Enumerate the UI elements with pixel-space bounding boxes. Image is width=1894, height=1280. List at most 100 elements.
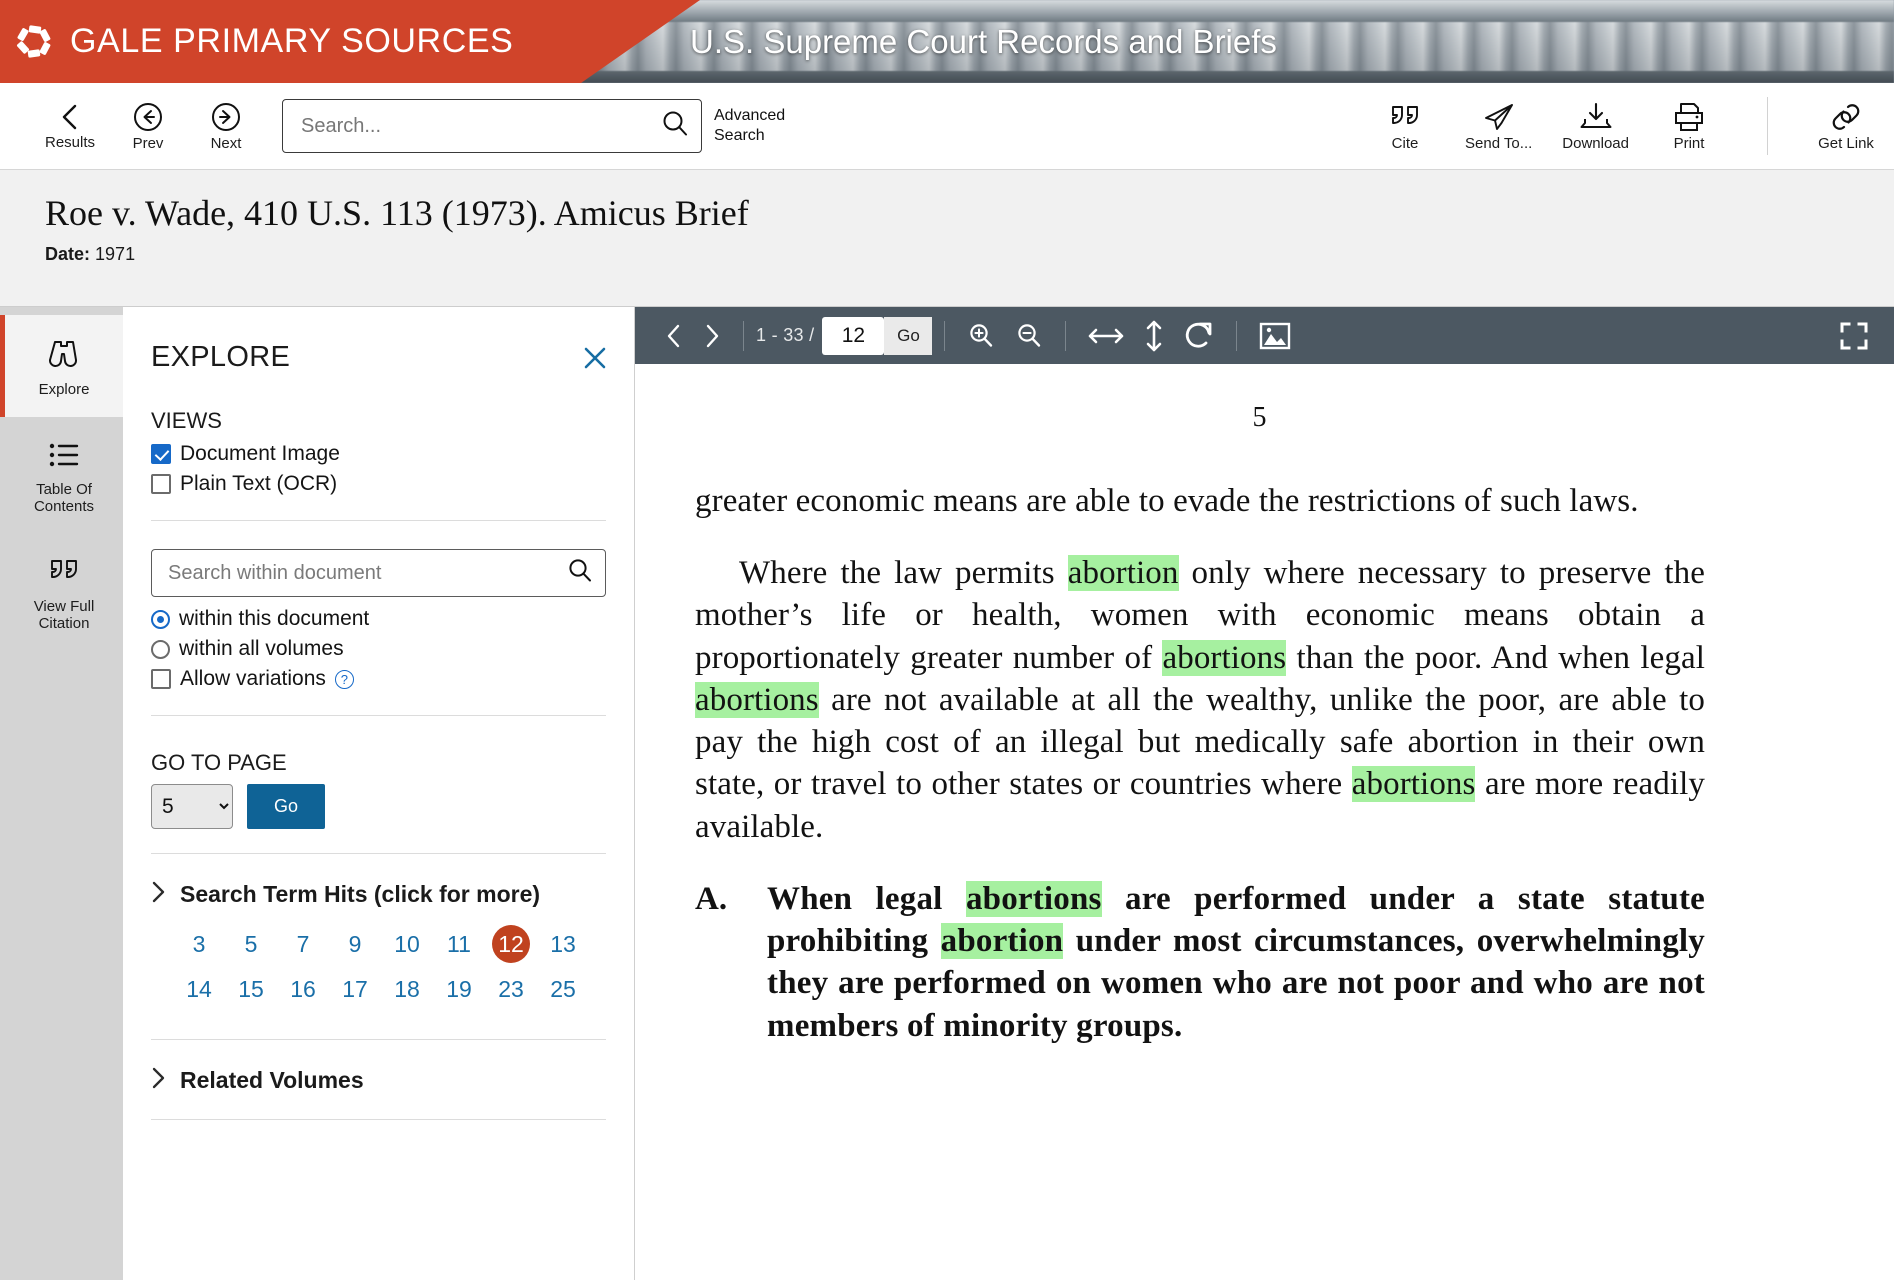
view-option-document-image[interactable]: Document Image — [151, 442, 606, 466]
search-term-hit-page-11[interactable]: 11 — [433, 925, 485, 964]
download-button[interactable]: Download — [1562, 101, 1629, 152]
panel-divider-3 — [151, 853, 606, 854]
sidebar-item-explore[interactable]: Explore — [0, 315, 123, 417]
scan-paragraph: Where the law permits abortion only wher… — [695, 552, 1705, 848]
search-term-hit-page-12[interactable]: 12 — [492, 925, 530, 963]
page-select[interactable]: 12345678910 — [151, 784, 233, 829]
scan-text-run: Where the law permits — [739, 555, 1068, 592]
zoom-out-icon[interactable] — [1005, 321, 1053, 351]
search-term-hit-page-25[interactable]: 25 — [537, 970, 589, 1009]
search-term-hit-page-9[interactable]: 9 — [329, 925, 381, 964]
fullscreen-icon[interactable] — [1830, 321, 1878, 351]
search-term-hit-page-14[interactable]: 14 — [173, 970, 225, 1009]
zoom-in-icon[interactable] — [957, 321, 1005, 351]
send-to-button[interactable]: Send To... — [1465, 101, 1532, 152]
gale-burst-logo-icon — [14, 21, 56, 63]
prev-button[interactable]: Prev — [118, 101, 178, 152]
search-highlight: abortions — [695, 681, 819, 718]
search-term-hits-toggle[interactable]: Search Term Hits (click for more) — [151, 880, 606, 909]
go-to-page-button[interactable]: Go — [247, 784, 325, 829]
viewer-next-page-button[interactable] — [693, 323, 731, 349]
search-term-hit-page-17[interactable]: 17 — [329, 970, 381, 1009]
results-label: Results — [44, 133, 96, 151]
advanced-search-link[interactable]: Advanced Search — [714, 106, 804, 146]
related-volumes-label: Related Volumes — [180, 1067, 364, 1093]
circle-arrow-left-icon — [132, 101, 164, 133]
brand-block[interactable]: GALE PRIMARY SOURCES — [0, 0, 700, 83]
cite-button[interactable]: Cite — [1375, 101, 1435, 152]
panel-divider-5 — [151, 1119, 606, 1120]
search-term-hit-page-7[interactable]: 7 — [277, 925, 329, 964]
views-title: VIEWS — [151, 408, 222, 433]
search-term-hit-page-15[interactable]: 15 — [225, 970, 277, 1009]
scanned-paragraphs: greater economic means are able to evade… — [695, 480, 1705, 848]
search-term-hits-section: Search Term Hits (click for more) 3 5 7 9 10… — [123, 880, 634, 1015]
panel-divider-4 — [151, 1039, 606, 1040]
chevron-left-icon — [57, 102, 83, 132]
lettered-item-mark: A. — [695, 880, 728, 917]
rotate-clockwise-icon[interactable] — [1174, 319, 1224, 353]
search-term-hit-page-13[interactable]: 13 — [537, 925, 589, 964]
go-to-page-title: GO TO PAGE — [151, 750, 287, 775]
radio-within-all-volumes[interactable] — [151, 639, 170, 659]
scope-within-this-document[interactable]: within this document — [151, 607, 606, 631]
allow-variations-row[interactable]: Allow variations ? — [151, 667, 606, 691]
list-icon — [44, 443, 84, 475]
checkbox-plain-text[interactable] — [151, 474, 171, 494]
search-term-hit-page-16[interactable]: 16 — [277, 970, 329, 1009]
image-icon[interactable] — [1249, 321, 1301, 351]
viewer-page-input[interactable] — [822, 316, 885, 355]
radio-within-this-document[interactable] — [151, 609, 170, 629]
sidebar-item-table-of-contents[interactable]: Table Of Contents — [0, 417, 123, 534]
views-section: VIEWS Document Image Plain Text (OCR) — [123, 408, 634, 496]
scope-within-all-volumes[interactable]: within all volumes — [151, 637, 606, 661]
arrows-horizontal-icon[interactable] — [1078, 323, 1134, 349]
checkbox-document-image[interactable] — [151, 444, 171, 464]
related-volumes-section: Related Volumes — [123, 1066, 634, 1095]
prev-label: Prev — [132, 134, 164, 152]
go-to-page-controls: 12345678910 Go — [151, 784, 606, 829]
search-term-hit-page-19[interactable]: 19 — [433, 970, 485, 1009]
search-within-section: within this document within all volumes … — [123, 549, 634, 691]
search-input[interactable] — [299, 113, 659, 139]
scan-text-run: than the poor. And when legal — [1286, 639, 1705, 676]
search-term-hit-page-18[interactable]: 18 — [381, 970, 433, 1009]
print-button[interactable]: Print — [1659, 101, 1719, 152]
get-link-button[interactable]: Get Link — [1816, 101, 1876, 152]
explore-panel: EXPLORE VIEWS Document Image Plain Text … — [123, 307, 635, 1280]
site-banner: GALE PRIMARY SOURCES U.S. Supreme Court … — [0, 0, 1894, 83]
search-within-document-box[interactable] — [151, 549, 606, 597]
page-canvas: 5 greater economic means are able to eva… — [635, 364, 1894, 1280]
explore-panel-header: EXPLORE — [123, 307, 634, 374]
search-term-hit-page-23[interactable]: 23 — [485, 970, 537, 1009]
next-button[interactable]: Next — [196, 101, 256, 152]
view-option-plain-text[interactable]: Plain Text (OCR) — [151, 472, 606, 496]
view-option-plain-text-label: Plain Text (OCR) — [180, 472, 338, 495]
search-term-hit-page-5[interactable]: 5 — [225, 925, 277, 964]
date-value: 1971 — [95, 244, 136, 264]
brand-name: GALE PRIMARY SOURCES — [70, 22, 514, 60]
search-icon[interactable] — [659, 108, 691, 145]
sidebar-item-view-full-citation-label: View Full Citation — [33, 597, 95, 632]
viewer-go-button[interactable]: Go — [884, 316, 933, 355]
search-term-hits-list: 3 5 7 9 10 11 12 13 14 15 16 17 18 19 23 25 — [173, 925, 593, 1015]
viewer-divider-1 — [743, 320, 744, 351]
action-toolbar: Results Prev Next Advanced Search Cite — [0, 83, 1894, 170]
viewer-divider-4 — [1236, 320, 1238, 351]
checkbox-allow-variations[interactable] — [151, 669, 171, 689]
search-term-hit-page-10[interactable]: 10 — [381, 925, 433, 964]
download-label: Download — [1562, 134, 1629, 152]
results-button[interactable]: Results — [40, 102, 100, 151]
related-volumes-toggle[interactable]: Related Volumes — [151, 1066, 606, 1095]
global-search-box[interactable] — [282, 99, 702, 153]
sidebar-item-view-full-citation[interactable]: View Full Citation — [0, 533, 123, 650]
search-term-hit-page-3[interactable]: 3 — [173, 925, 225, 964]
viewer-prev-page-button[interactable] — [655, 323, 693, 349]
question-circle-icon[interactable]: ? — [334, 669, 354, 689]
scope-within-this-document-label: within this document — [179, 607, 370, 630]
search-within-input[interactable] — [166, 560, 565, 586]
chevron-right-icon — [151, 880, 166, 909]
close-icon[interactable] — [582, 341, 608, 371]
search-icon[interactable] — [565, 556, 595, 591]
arrows-vertical-icon[interactable] — [1134, 319, 1174, 353]
